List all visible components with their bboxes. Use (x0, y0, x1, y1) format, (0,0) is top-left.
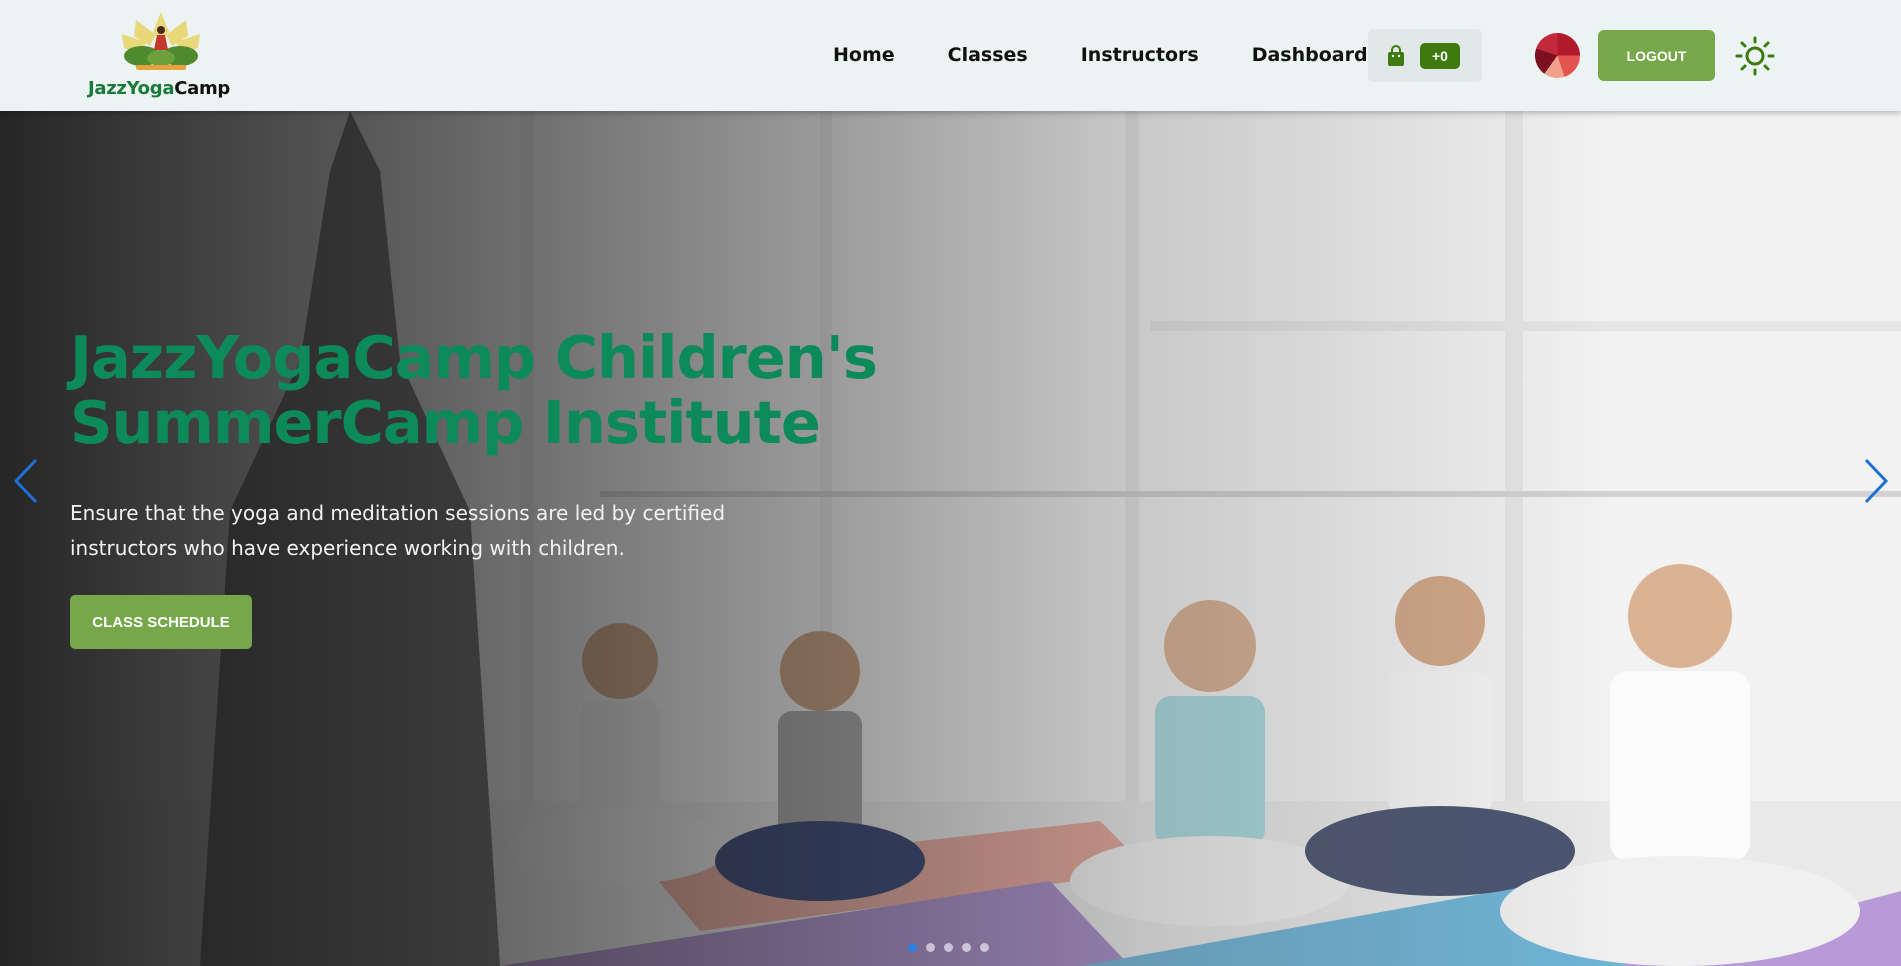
shopping-bag-icon (1388, 44, 1404, 66)
cart-count-badge: +0 (1420, 42, 1460, 69)
carousel-dot-2[interactable] (926, 943, 935, 952)
carousel-dot-3[interactable] (944, 943, 953, 952)
nav-link-instructors[interactable]: Instructors (1081, 44, 1199, 66)
cart-button[interactable]: +0 (1368, 29, 1482, 82)
nav-link-classes[interactable]: Classes (948, 44, 1028, 66)
top-navbar: JazzYogaCamp Home Classes Instructors Da… (0, 0, 1901, 111)
brand-name: JazzYogaCamp (88, 78, 230, 99)
carousel-dot-1[interactable] (908, 943, 917, 952)
main-nav: Home Classes Instructors Dashboard (833, 44, 1421, 66)
carousel-dot-4[interactable] (962, 943, 971, 952)
brand-logo[interactable]: JazzYogaCamp (88, 10, 238, 102)
user-avatar[interactable] (1535, 33, 1580, 78)
carousel-dot-5[interactable] (980, 943, 989, 952)
carousel-indicators (908, 943, 998, 952)
hero-carousel: JazzYogaCamp Children's SummerCamp Insti… (0, 111, 1901, 966)
hero-title: JazzYogaCamp Children's SummerCamp Insti… (70, 323, 878, 457)
logout-button[interactable]: LOGOUT (1598, 30, 1715, 81)
nav-link-home[interactable]: Home (833, 44, 895, 66)
nav-link-dashboard[interactable]: Dashboard (1252, 44, 1368, 66)
sun-icon[interactable] (1735, 36, 1775, 76)
chevron-left-icon[interactable] (10, 456, 44, 506)
logo-lotus-icon (122, 12, 200, 70)
hero-description: Ensure that the yoga and meditation sess… (70, 501, 726, 560)
chevron-right-icon[interactable] (1858, 456, 1892, 506)
class-schedule-button[interactable]: CLASS SCHEDULE (70, 595, 252, 649)
